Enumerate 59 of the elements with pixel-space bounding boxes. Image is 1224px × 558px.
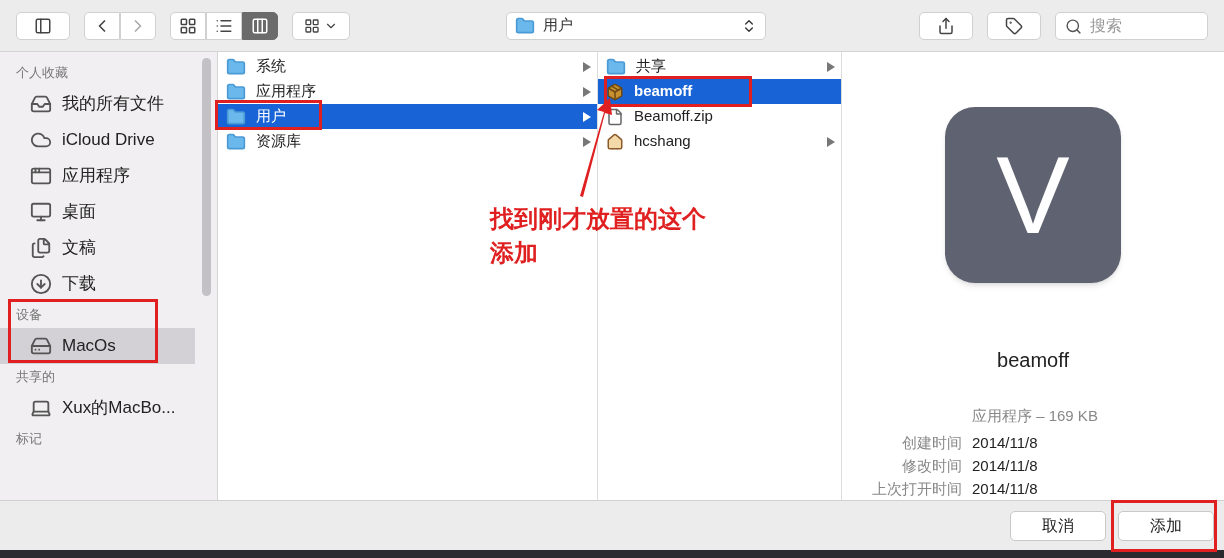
preview-summary: 应用程序 – 169 KB [972,405,1098,426]
sidebar-heading: 标记 [16,430,43,449]
sidebar-heading: 个人收藏 [16,64,69,83]
sidebar-item[interactable]: 应用程序 [0,158,195,194]
sidebar-item[interactable]: 文稿 [0,230,195,266]
documents-icon [30,237,52,259]
sidebar-item[interactable]: 桌面 [0,194,195,230]
sidebar-toggle-button[interactable] [16,11,70,40]
path-popup[interactable]: 用户 [506,11,766,40]
back-button[interactable] [84,11,120,40]
file-row[interactable]: 系统 [218,54,597,79]
folder-icon [226,56,246,77]
arrange-icon [304,17,320,34]
detail-label: 创建时间 [901,433,962,453]
sidebar-item[interactable]: 我的所有文件 [0,86,195,122]
sidebar-heading: 设备 [16,306,43,325]
dialog-button[interactable]: 取消 [1010,510,1106,541]
arrange-button[interactable] [292,11,350,40]
file-row[interactable]: beamoff [598,79,841,104]
column-view-icon [251,16,269,35]
file-row[interactable]: 用户 [218,104,597,129]
app-icon-letter: V [996,139,1070,250]
grid-view-icon [179,16,197,35]
sidebar-item[interactable]: iCloud Drive [0,122,195,158]
monitor-icon [30,201,52,223]
detail-value: 2014/11/8 [972,433,1038,453]
folder-icon [606,56,626,77]
download-icon [30,273,52,295]
search-icon [1065,17,1082,35]
detail-value: 2014/11/8 [972,479,1038,499]
folder-icon [515,15,535,36]
tag-button[interactable] [987,11,1041,40]
search-field[interactable]: 搜索 [1055,11,1208,40]
tray-icon [30,93,52,115]
sidebar-item[interactable]: Xux的MacBo... [0,390,195,426]
folder-icon [226,81,246,102]
share-button[interactable] [919,11,973,40]
home-icon [606,132,624,151]
dialog-button[interactable]: 添加 [1118,510,1214,541]
folder-icon [226,131,246,152]
apps-icon [30,165,52,187]
tag-icon [1005,16,1023,35]
file-row[interactable]: 共享 [598,54,841,79]
preview-name: beamoff [997,347,1069,373]
sidebar-icon [34,16,52,35]
detail-label: 修改时间 [901,456,962,476]
file-row[interactable]: 应用程序 [218,79,597,104]
file-row[interactable]: hcshang [598,129,841,154]
file-icon [606,107,624,126]
sidebar-heading: 共享的 [16,368,56,387]
file-row[interactable]: Beamoff.zip [598,104,841,129]
app-icon [606,82,624,101]
view-mode-button[interactable] [242,11,278,40]
detail-value: 2014/11/8 [972,456,1038,476]
detail-label: 上次打开时间 [871,479,962,499]
annotation-text: 找到刚才放置的这个添加 [490,204,707,268]
folder-icon [226,106,246,127]
share-icon [937,16,955,35]
sidebar-item[interactable]: 下载 [0,266,195,302]
